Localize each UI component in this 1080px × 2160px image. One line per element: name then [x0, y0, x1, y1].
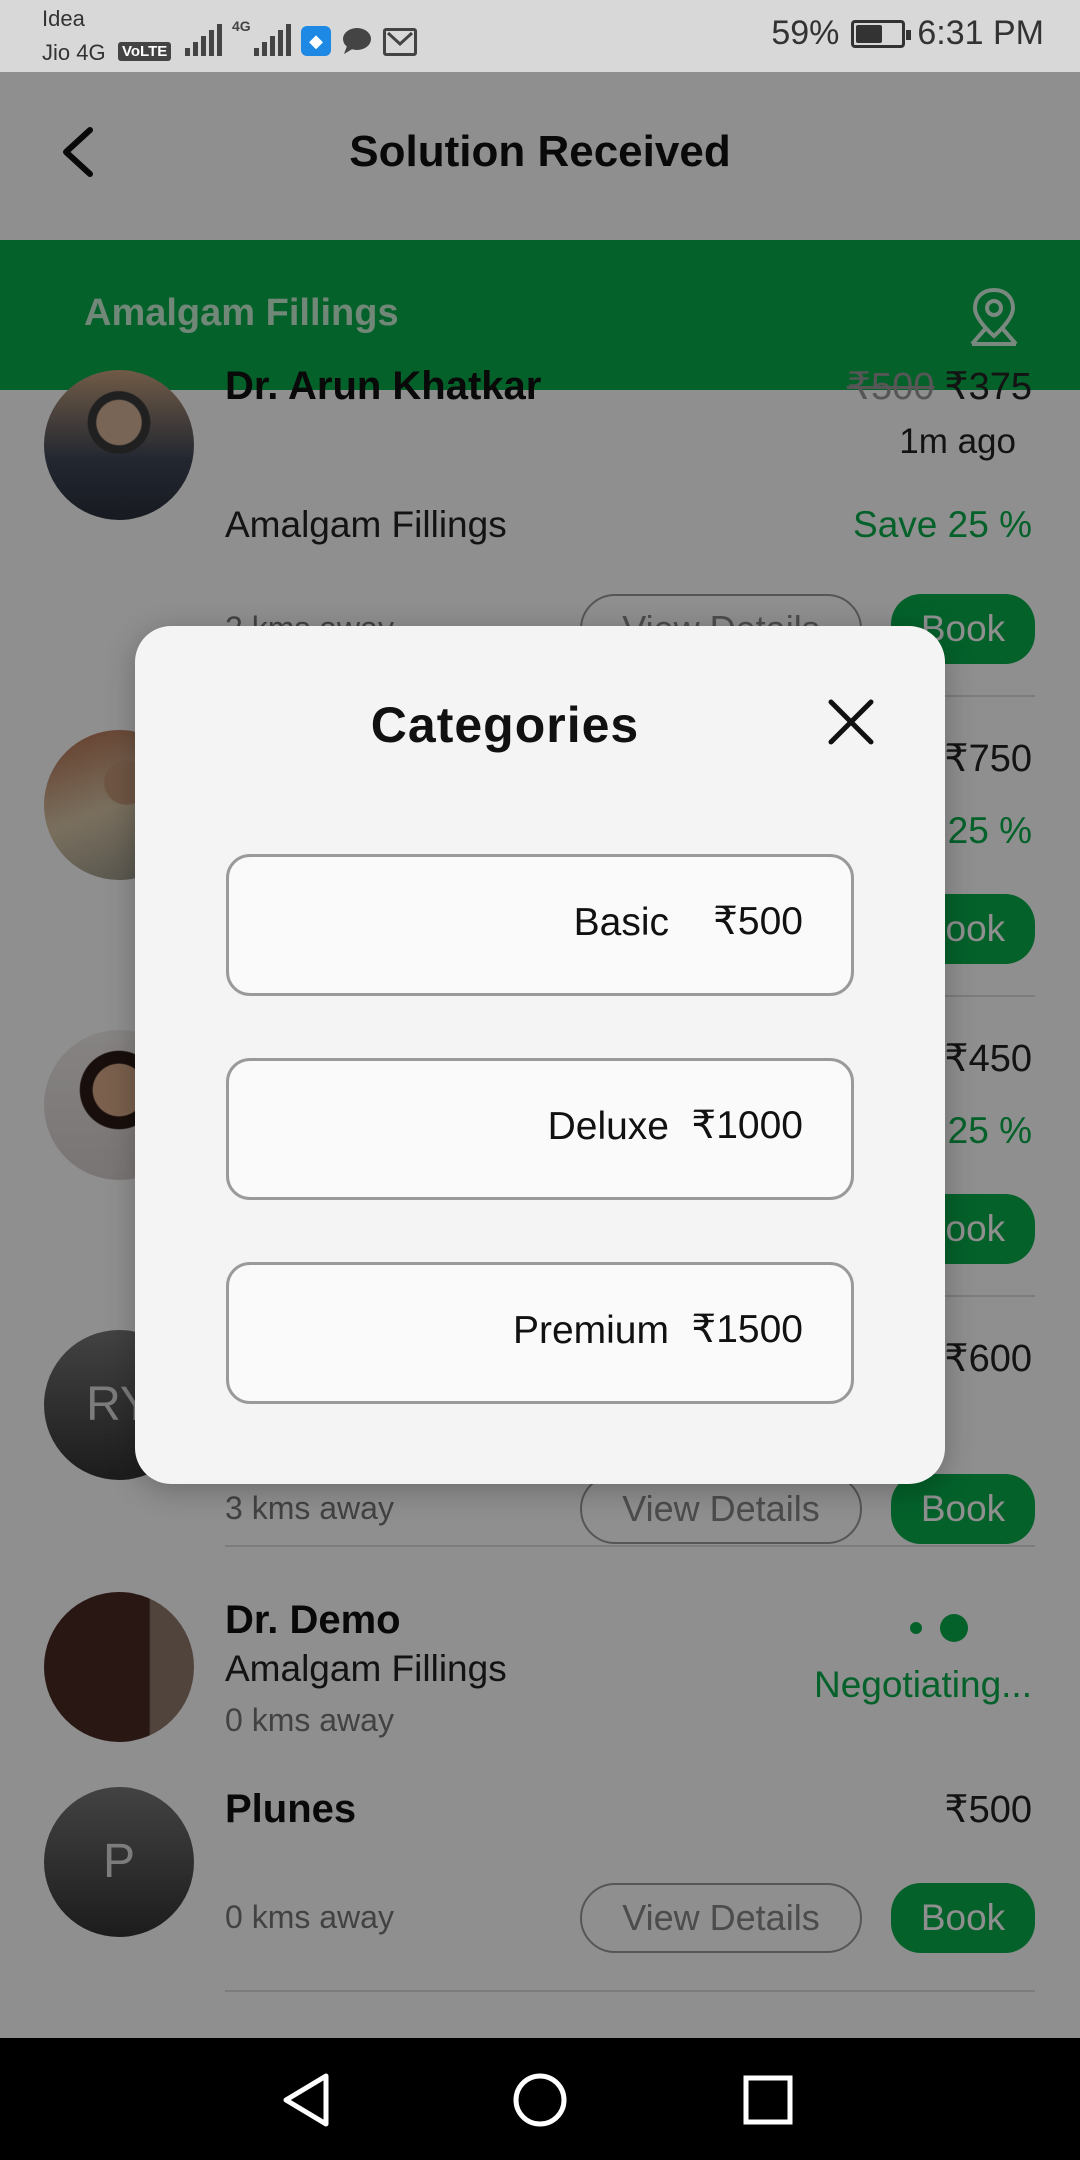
clock: 6:31 PM [917, 14, 1044, 52]
screen: Idea Jio 4G VoLTE 4G ◆ 59% 6:31 PM Solut… [0, 0, 1080, 2160]
nav-recents-icon[interactable] [736, 2068, 800, 2132]
net-type-label: 4G [232, 18, 251, 34]
category-name: Premium [512, 1309, 669, 1352]
category-price: ₹500 [713, 900, 803, 943]
signal-4g-icon: 4G [232, 18, 291, 56]
category-option-basic[interactable]: Basic ₹500 [226, 854, 854, 996]
system-nav-bar [0, 2038, 1080, 2160]
mail-icon [383, 28, 417, 56]
nav-home-icon[interactable] [508, 2068, 572, 2132]
category-price: ₹1500 [691, 1308, 803, 1351]
status-right: 59% 6:31 PM [771, 14, 1044, 53]
nav-back-icon[interactable] [276, 2068, 340, 2132]
battery-icon [851, 19, 912, 48]
status-bar: Idea Jio 4G VoLTE 4G ◆ 59% 6:31 PM [0, 0, 1080, 72]
categories-dialog: Categories Basic ₹500 Deluxe ₹1000 Premi… [135, 626, 945, 1484]
status-icons: 4G ◆ [185, 16, 417, 56]
volte-badge: VoLTE [118, 42, 172, 61]
category-price: ₹1000 [691, 1104, 803, 1147]
signal-icon [185, 24, 222, 56]
shield-icon: ◆ [301, 26, 331, 56]
carrier-jio: Jio 4G [42, 40, 106, 65]
category-option-deluxe[interactable]: Deluxe ₹1000 [226, 1058, 854, 1200]
carrier-idea: Idea [42, 6, 85, 31]
category-option-premium[interactable]: Premium ₹1500 [226, 1262, 854, 1404]
close-icon[interactable] [823, 694, 879, 750]
category-name: Deluxe [547, 1105, 669, 1148]
dialog-title: Categories [370, 697, 640, 753]
category-name: Basic [573, 901, 669, 944]
chat-icon [343, 28, 371, 54]
battery-percent: 59% [771, 14, 840, 52]
